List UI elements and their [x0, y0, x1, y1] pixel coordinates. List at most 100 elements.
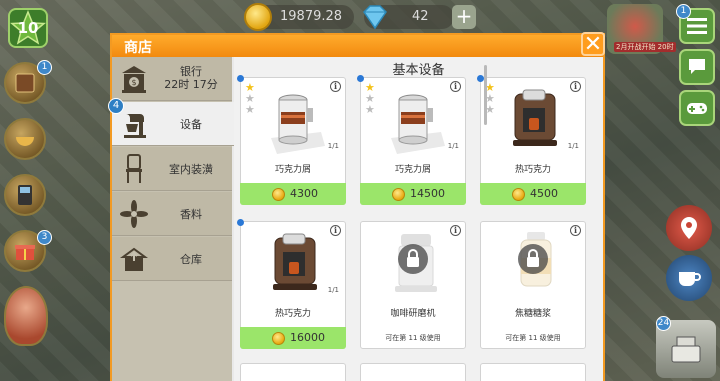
- info-icon[interactable]: i: [570, 81, 581, 92]
- item-price: 4300: [290, 187, 318, 200]
- shop-title: 商店: [124, 40, 152, 56]
- cash-register-icon: [671, 336, 701, 363]
- chat-button[interactable]: [679, 49, 715, 85]
- coin-icon: [244, 3, 272, 31]
- shop-category-sidebar: $ 银行 22时 17分 4 设备 室内装潢 香料 仓库: [108, 57, 234, 381]
- owned-count: 1/1: [327, 142, 339, 150]
- buy-button[interactable]: 14500: [360, 183, 466, 205]
- card-terminal-icon: [18, 185, 32, 205]
- shop-panel: 商店 $ 银行 22时 17分 4 设备 室内装潢 香料 仓库 基本设备 i ★…: [108, 33, 605, 381]
- star-rating: ★ ★ ★: [365, 82, 377, 115]
- owned-count: 1/1: [447, 142, 459, 150]
- new-indicator: [237, 75, 244, 82]
- unlock-requirement: 可在第 11 级使用: [505, 334, 561, 342]
- star-empty-icon: ★: [365, 103, 375, 116]
- chocolate-shavings-machine-image: [391, 94, 445, 154]
- owned-count: 1/1: [567, 142, 579, 150]
- chocolate-shavings-machine-image: [271, 94, 325, 154]
- map-button[interactable]: [666, 205, 712, 251]
- player-level-badge[interactable]: 10: [8, 8, 48, 48]
- padlock-icon: [407, 249, 419, 267]
- buy-button[interactable]: 4500: [480, 183, 586, 205]
- buy-gems-button[interactable]: +: [452, 5, 476, 29]
- book-icon: [15, 73, 35, 93]
- category-spices[interactable]: 香料: [112, 192, 232, 236]
- close-button[interactable]: ✕: [581, 32, 605, 56]
- buy-button[interactable]: 4300: [240, 183, 346, 205]
- star-rating: ★ ★ ★: [245, 82, 257, 115]
- coffee-cup-icon: [679, 272, 701, 286]
- category-label: 仓库: [180, 253, 202, 266]
- gamepad-icon: [687, 103, 707, 114]
- category-equipment[interactable]: 4 设备: [108, 98, 234, 146]
- info-icon[interactable]: i: [330, 81, 341, 92]
- padlock-icon: [527, 249, 539, 267]
- info-icon[interactable]: i: [450, 81, 461, 92]
- chat-icon: [689, 59, 705, 74]
- category-warehouse[interactable]: 仓库: [112, 237, 232, 281]
- diamond-icon: [363, 5, 387, 30]
- item-price: 4500: [530, 187, 558, 200]
- buy-button[interactable]: 16000: [240, 327, 346, 349]
- cooking-button[interactable]: [4, 118, 46, 160]
- info-icon[interactable]: i: [330, 225, 341, 236]
- bank-timer: 22时 17分: [164, 78, 218, 91]
- chair-icon: [126, 154, 142, 183]
- shop-item-card-partial[interactable]: [360, 363, 466, 381]
- gem-amount: 42: [412, 9, 429, 24]
- item-name: 巧克力屑: [394, 165, 431, 175]
- customer-avatar[interactable]: [4, 286, 48, 346]
- shop-item-card-partial[interactable]: [240, 363, 346, 381]
- player-level: 10: [17, 19, 39, 37]
- category-interior[interactable]: 室内装潢: [112, 147, 232, 191]
- category-label: 室内装潢: [169, 163, 213, 176]
- shop-item-card-locked[interactable]: i 焦糖糖浆 可在第 11 级使用: [480, 221, 586, 349]
- item-price: 16000: [290, 331, 325, 344]
- coin-icon: [392, 188, 405, 201]
- coin-amount: 19879.28: [280, 9, 343, 24]
- owned-count: 1/1: [327, 286, 339, 294]
- shop-item-card-locked[interactable]: i 咖啡研磨机 可在第 11 级使用: [360, 221, 466, 349]
- map-pin-icon: [681, 217, 697, 239]
- menu-badge: 1: [676, 4, 691, 19]
- shop-item-card[interactable]: i ★ ★ ★ 1/1 巧克力屑 14500: [357, 75, 466, 205]
- item-price: 14500: [410, 187, 445, 200]
- unlock-requirement: 可在第 11 级使用: [385, 334, 441, 342]
- coin-icon: [272, 188, 285, 201]
- new-indicator: [237, 219, 244, 226]
- category-bank[interactable]: $ 银行 22时 17分: [112, 57, 232, 101]
- new-indicator: [357, 75, 364, 82]
- coin-icon: [272, 332, 285, 345]
- shop-item-card[interactable]: i 1/1 热巧克力 16000: [237, 219, 346, 349]
- item-name: 热巧克力: [514, 165, 551, 175]
- games-button[interactable]: [679, 90, 715, 126]
- lock-overlay: [518, 244, 548, 274]
- section-title: 基本设备: [392, 63, 445, 78]
- lock-overlay: [398, 244, 428, 274]
- shop-items-area: 基本设备 i ★ ★ ★ 1/1 巧克力屑 4300 i ★ ★ ★ 1/1 巧…: [234, 57, 603, 381]
- shop-item-card[interactable]: i ★ ★ ★ 1/1 热巧克力 4500: [477, 75, 586, 205]
- item-name: 咖啡研磨机: [390, 309, 436, 319]
- shop-scrollbar[interactable]: [484, 65, 487, 125]
- new-indicator: [477, 75, 484, 82]
- bowl-icon: [16, 137, 34, 146]
- item-name: 巧克力屑: [274, 165, 311, 175]
- star-empty-icon: ★: [245, 103, 255, 116]
- category-label: 设备: [180, 118, 202, 131]
- coffee-button[interactable]: [666, 255, 712, 301]
- shop-item-card[interactable]: i ★ ★ ★ 1/1 巧克力屑 4300: [237, 75, 346, 205]
- info-icon[interactable]: i: [450, 225, 461, 236]
- coin-icon: [512, 188, 525, 201]
- stand-mixer-icon: [124, 114, 146, 138]
- spice-icon: [120, 200, 148, 228]
- shop-header: 商店: [112, 35, 603, 57]
- bank-icon: $: [122, 66, 146, 93]
- terminal-button[interactable]: [4, 174, 46, 216]
- info-icon[interactable]: i: [570, 225, 581, 236]
- register-badge: 24: [656, 316, 671, 331]
- svg-text:$: $: [131, 78, 136, 87]
- book-badge: 1: [37, 60, 52, 75]
- hot-chocolate-machine-image: [513, 89, 557, 146]
- item-name: 焦糖糖浆: [514, 309, 551, 319]
- shop-item-card-partial[interactable]: [480, 363, 586, 381]
